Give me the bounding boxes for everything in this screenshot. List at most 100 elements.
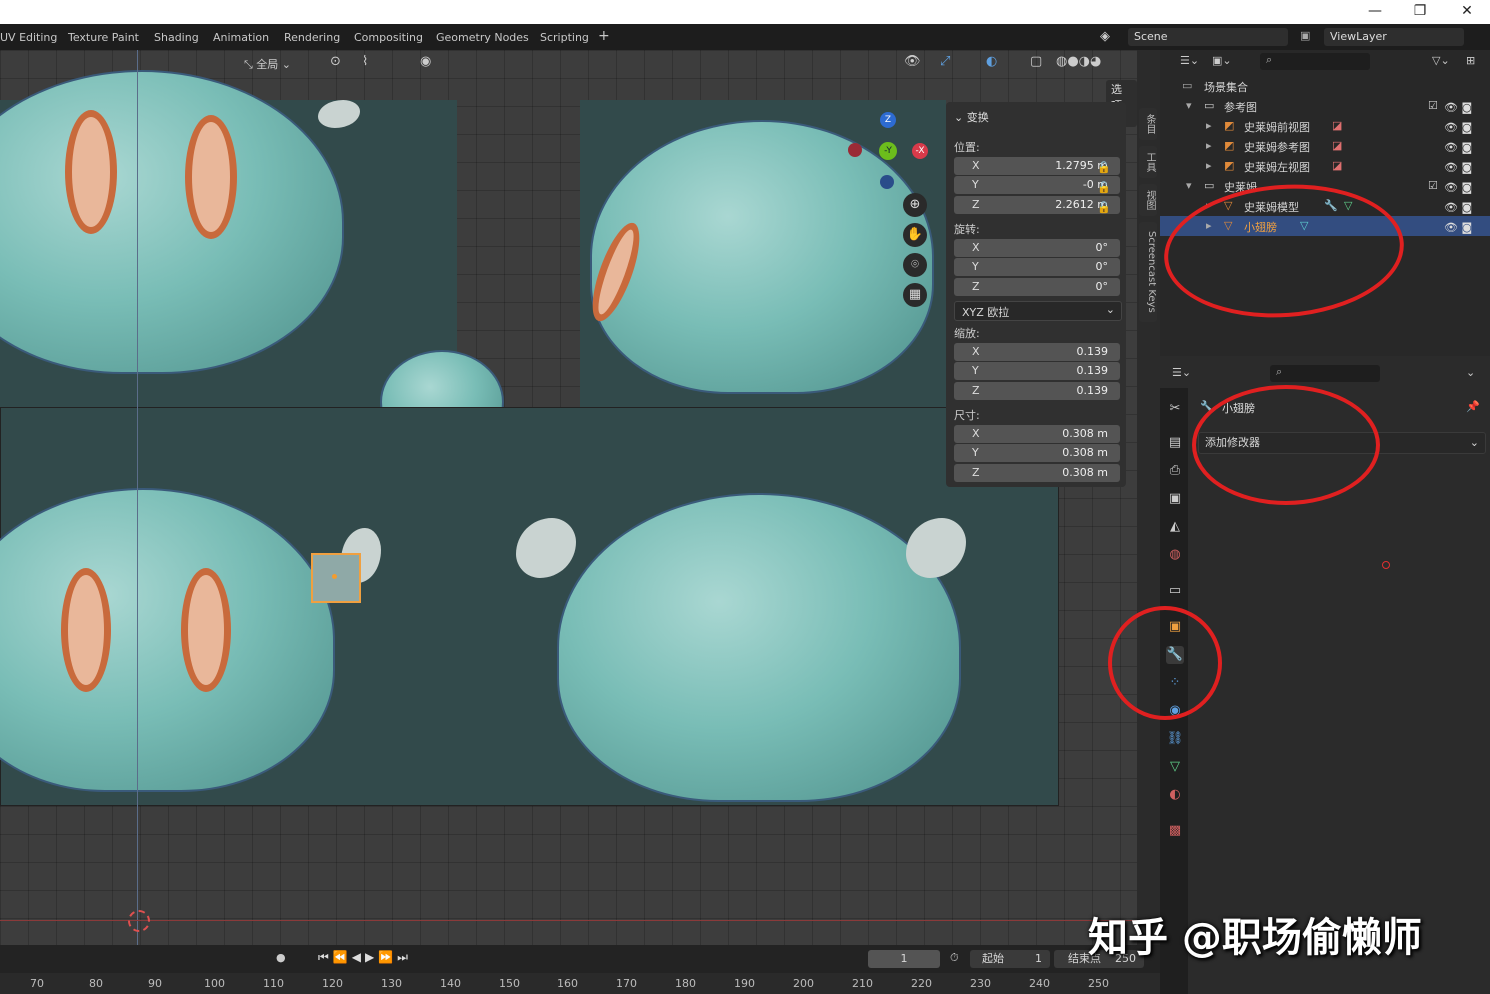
stopwatch-icon[interactable]: ⏱ <box>950 951 959 965</box>
object-origin <box>332 574 337 579</box>
grid-view-icon[interactable]: ▦ <box>903 283 927 307</box>
scale-z-field[interactable]: Z 0.139 <box>954 382 1120 400</box>
mesh-data-icon[interactable]: ▽ <box>1166 758 1184 776</box>
outliner-root[interactable]: ▭ 场景集合 <box>1160 76 1490 96</box>
editor-type-icon[interactable]: ☰⌄ <box>1180 54 1199 67</box>
axis-label: Y <box>972 178 979 191</box>
dimensions-y-field[interactable]: Y 0.308 m <box>954 444 1120 462</box>
gizmo-z-label: Z <box>884 115 892 125</box>
expand-arrow-icon[interactable]: ▾ <box>1186 179 1192 192</box>
minimize-button[interactable]: — <box>1360 2 1390 20</box>
filter-icon[interactable]: ▽⌄ <box>1432 54 1450 67</box>
pin-icon[interactable]: 📌 <box>1466 400 1480 413</box>
checkbox-icon[interactable]: ☑ <box>1428 179 1438 192</box>
lock-icons[interactable]: 🔓 🔓 🔓 <box>1097 158 1111 218</box>
material-icon[interactable]: ◐ <box>1166 786 1184 804</box>
new-collection-icon[interactable]: ⊞ <box>1466 54 1475 67</box>
proportional-edit-icon[interactable]: ◉ <box>420 54 431 69</box>
zoom-icon[interactable]: ⊕ <box>903 193 927 217</box>
location-y-field[interactable]: Y -0 m <box>954 176 1120 194</box>
location-z-field[interactable]: Z 2.2612 m <box>954 196 1120 214</box>
tab-tool[interactable]: 工具 <box>1139 146 1157 178</box>
tab-scripting[interactable]: Scripting <box>540 31 589 44</box>
tab-screencast-keys[interactable]: Screencast Keys <box>1139 222 1157 322</box>
tab-uv-editing[interactable]: UV Editing <box>0 31 57 44</box>
playback-controls[interactable]: ⏮⏪◀▶⏩⏭ <box>318 950 412 965</box>
gizmo-toggle-icon[interactable]: ⤢ <box>940 54 950 69</box>
scene-icon[interactable]: ◈ <box>1100 29 1110 44</box>
pan-hand-icon[interactable]: ✋ <box>903 223 927 247</box>
chevron-down-icon[interactable]: ⌄ <box>1466 366 1475 379</box>
expand-arrow-icon[interactable]: ▸ <box>1206 119 1212 132</box>
outliner-item[interactable]: ▸ ◩ 史莱姆参考图 ◪ <box>1160 136 1490 156</box>
display-mode-icon[interactable]: ▣⌄ <box>1212 54 1232 67</box>
checkbox-icon[interactable]: ☑ <box>1428 99 1438 112</box>
add-workspace-button[interactable]: + <box>598 28 610 44</box>
expand-arrow-icon[interactable]: ▸ <box>1206 159 1212 172</box>
transform-orientation[interactable]: ⤡ 全局 ⌄ <box>244 56 291 72</box>
rotation-z-field[interactable]: Z 0° <box>954 278 1120 296</box>
constraints-icon[interactable]: ⛓ <box>1166 730 1184 748</box>
dimensions-x-field[interactable]: X 0.308 m <box>954 425 1120 443</box>
outliner-item[interactable]: ▾ ▭ 参考图 ☑ <box>1160 96 1490 116</box>
tab-shading[interactable]: Shading <box>154 31 199 44</box>
visibility-icon[interactable]: 👁 <box>904 54 921 69</box>
shading-mode-icons[interactable]: ◍●◑◕ <box>1056 54 1101 69</box>
texture-icon[interactable]: ▩ <box>1166 822 1184 840</box>
transform-header[interactable]: ⌄ 变换 <box>954 109 989 125</box>
rotation-x-field[interactable]: X 0° <box>954 239 1120 257</box>
gizmo-neg-z[interactable] <box>880 175 894 189</box>
tab-compositing[interactable]: Compositing <box>354 31 423 44</box>
snap-icon[interactable]: ⌇ <box>362 54 368 69</box>
view-layer-icon[interactable]: ▣ <box>1300 29 1310 42</box>
outliner-item[interactable]: ▸ ◩ 史莱姆左视图 ◪ <box>1160 156 1490 176</box>
render-icon[interactable]: ▤ <box>1166 434 1184 452</box>
start-frame-field[interactable]: 起始 1 <box>970 950 1050 968</box>
editor-type-icon[interactable]: ☰⌄ <box>1172 366 1191 379</box>
camera-icon[interactable]: ⌾ <box>903 253 927 277</box>
outliner-search-input[interactable]: ⌕ <box>1260 53 1370 70</box>
overlay-toggle-icon[interactable]: ◐ <box>986 54 997 69</box>
gizmo-z-axis[interactable]: Z <box>880 112 896 128</box>
expand-arrow-icon[interactable]: ▸ <box>1206 139 1212 152</box>
field-value: 0.139 <box>1076 364 1109 377</box>
view-layer-field[interactable]: ViewLayer <box>1324 28 1464 46</box>
scale-y-field[interactable]: Y 0.139 <box>954 362 1120 380</box>
tab-item[interactable]: 条目 <box>1139 108 1157 140</box>
expand-arrow-icon[interactable]: ▾ <box>1186 99 1192 112</box>
properties-search-input[interactable]: ⌕ <box>1270 365 1380 382</box>
location-x-field[interactable]: X 1.2795 m <box>954 157 1120 175</box>
gizmo-y-axis[interactable]: -Y <box>879 142 897 160</box>
collection-icon[interactable]: ▭ <box>1166 582 1184 600</box>
gizmo-neg-x[interactable] <box>848 143 862 157</box>
timeline-ruler[interactable]: 70 80 90 100 110 120 130 140 150 160 170… <box>0 973 1160 994</box>
record-icon[interactable]: ● <box>276 951 286 964</box>
maximize-button[interactable]: ❐ <box>1405 2 1435 20</box>
mouse-cursor-marker <box>1382 561 1390 569</box>
tool-icon[interactable]: ✂ <box>1166 400 1184 418</box>
gizmo-x-axis[interactable]: -X <box>912 143 928 159</box>
scene-field[interactable]: Scene <box>1128 28 1288 46</box>
xray-icon[interactable]: ▢ <box>1030 54 1042 69</box>
tab-rendering[interactable]: Rendering <box>284 31 340 44</box>
tab-geometry-nodes[interactable]: Geometry Nodes <box>436 31 529 44</box>
visibility-icons[interactable]: 👁 ◙ 👁 ◙ 👁 ◙ 👁 ◙ 👁 ◙ 👁 ◙ 👁 ◙ <box>1444 98 1472 238</box>
3d-cursor[interactable] <box>128 910 150 932</box>
selected-wing-object[interactable] <box>311 553 361 603</box>
rotation-mode-select[interactable]: XYZ 欧拉 ⌄ <box>954 301 1122 321</box>
outliner-item[interactable]: ▸ ◩ 史莱姆前视图 ◪ <box>1160 116 1490 136</box>
pivot-icon[interactable]: ⊙ <box>330 54 341 69</box>
scale-x-field[interactable]: X 0.139 <box>954 343 1120 361</box>
tab-view[interactable]: 视图 <box>1139 184 1157 216</box>
tab-animation[interactable]: Animation <box>213 31 269 44</box>
output-icon[interactable]: ⎙ <box>1166 462 1184 480</box>
view-layer-icon[interactable]: ▣ <box>1166 490 1184 508</box>
close-button[interactable]: ✕ <box>1452 2 1482 20</box>
world-icon[interactable]: ◍ <box>1166 546 1184 564</box>
current-frame-field[interactable]: 1 <box>868 950 940 968</box>
rotation-y-field[interactable]: Y 0° <box>954 258 1120 276</box>
tab-texture-paint[interactable]: Texture Paint <box>68 31 139 44</box>
scene-icon[interactable]: ◭ <box>1166 518 1184 536</box>
timeline[interactable]: ● ⏮⏪◀▶⏩⏭ 1 ⏱ 起始 1 结束点 250 70 80 90 100 1… <box>0 945 1160 994</box>
dimensions-z-field[interactable]: Z 0.308 m <box>954 464 1120 482</box>
